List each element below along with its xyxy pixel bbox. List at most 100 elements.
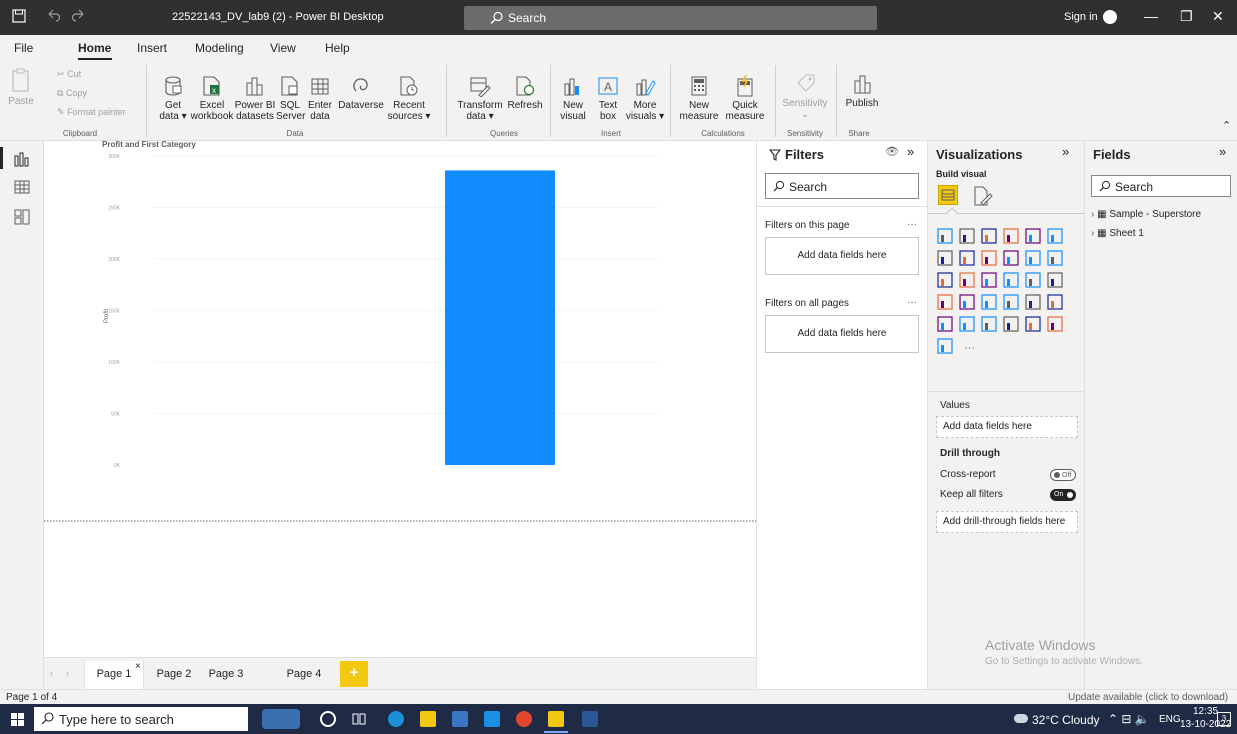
- minimize-button[interactable]: —: [1144, 8, 1158, 24]
- visual-type-icon[interactable]: [937, 294, 953, 310]
- refresh-button[interactable]: Refresh: [506, 75, 544, 111]
- next-page-icon[interactable]: ›: [66, 668, 69, 678]
- visual-type-icon[interactable]: [1047, 228, 1063, 244]
- excel-workbook-button[interactable]: x Excel workbook: [190, 75, 234, 122]
- visual-type-icon[interactable]: [981, 250, 997, 266]
- visual-type-icon[interactable]: [1025, 228, 1041, 244]
- visual-type-icon[interactable]: [981, 316, 997, 332]
- more-visuals-ellipsis[interactable]: ···: [964, 342, 975, 354]
- keep-all-filters-toggle[interactable]: On: [1050, 489, 1076, 501]
- news-widget-icon[interactable]: [262, 709, 300, 729]
- visual-type-icon[interactable]: [1025, 316, 1041, 332]
- cut-button[interactable]: ✂ Cut: [57, 69, 81, 80]
- visual-type-icon[interactable]: [937, 250, 953, 266]
- menu-file[interactable]: File: [14, 41, 33, 55]
- eye-icon[interactable]: 👁: [885, 145, 899, 158]
- visual-type-icon[interactable]: [937, 338, 953, 354]
- publish-button[interactable]: Publish: [842, 73, 882, 109]
- mail-icon[interactable]: [484, 711, 500, 727]
- page-tab-3[interactable]: Page 3: [204, 661, 248, 690]
- file-explorer-icon[interactable]: [420, 711, 436, 727]
- menu-home[interactable]: Home: [78, 41, 111, 55]
- page-tab-2[interactable]: Page 2: [152, 661, 196, 690]
- close-button[interactable]: ✕: [1212, 8, 1224, 25]
- report-canvas[interactable]: Profit and First Category 0K 50K 100K 150K 2…: [44, 141, 756, 657]
- bar-chart[interactable]: Profit and First Category 0K 50K 100K 150K 2…: [44, 141, 756, 657]
- page-tab-1[interactable]: Page 1 ×: [84, 661, 144, 690]
- visual-type-icon[interactable]: [959, 272, 975, 288]
- field-table-item[interactable]: › ▦ Sample - Superstore: [1091, 209, 1201, 220]
- cortana-icon[interactable]: [320, 711, 336, 727]
- menu-insert[interactable]: Insert: [137, 41, 167, 55]
- visual-type-icon[interactable]: [937, 228, 953, 244]
- cross-report-toggle[interactable]: Off: [1050, 469, 1076, 481]
- model-view-icon[interactable]: [14, 209, 30, 225]
- redo-icon[interactable]: [72, 9, 86, 23]
- get-data-button[interactable]: Get data ▾: [156, 75, 190, 122]
- text-box-button[interactable]: A Text box: [593, 75, 623, 122]
- filters-all-pages-dropzone[interactable]: Add data fields here: [765, 315, 919, 353]
- visual-type-icon[interactable]: [981, 272, 997, 288]
- collapse-visualizations-icon[interactable]: »: [1062, 144, 1069, 159]
- visual-type-icon[interactable]: [1047, 250, 1063, 266]
- more-options-icon[interactable]: ···: [907, 219, 917, 230]
- close-page-icon[interactable]: ×: [135, 653, 141, 680]
- visual-type-icon[interactable]: [959, 316, 975, 332]
- build-visual-tab-icon[interactable]: [938, 185, 958, 205]
- recent-sources-button[interactable]: Recent sources ▾: [385, 75, 433, 122]
- data-view-icon[interactable]: [14, 179, 30, 195]
- menu-view[interactable]: View: [270, 41, 296, 55]
- windows-start-icon[interactable]: [11, 713, 24, 726]
- save-icon[interactable]: [12, 9, 26, 23]
- weather-text[interactable]: 32°C Cloudy: [1032, 713, 1100, 727]
- visual-type-icon[interactable]: [937, 272, 953, 288]
- report-view-icon[interactable]: [14, 151, 30, 167]
- powerbi-datasets-button[interactable]: Power BI datasets: [234, 75, 276, 122]
- language-indicator[interactable]: ENG: [1159, 714, 1181, 725]
- format-visual-icon[interactable]: [972, 185, 994, 207]
- system-tray-icons[interactable]: ⌃ ⊟ 🔈: [1108, 712, 1150, 726]
- prev-page-icon[interactable]: ‹: [50, 668, 53, 678]
- visual-type-gallery[interactable]: ···: [936, 227, 1080, 411]
- visual-type-icon[interactable]: [1047, 294, 1063, 310]
- filters-page-dropzone[interactable]: Add data fields here: [765, 237, 919, 275]
- visual-type-icon[interactable]: [981, 228, 997, 244]
- restore-button[interactable]: ❐: [1180, 8, 1193, 25]
- collapse-ribbon-icon[interactable]: ⌃: [1222, 119, 1231, 132]
- add-page-button[interactable]: +: [340, 661, 368, 687]
- store-icon[interactable]: [452, 711, 468, 727]
- menu-modeling[interactable]: Modeling: [195, 41, 244, 55]
- field-table-item[interactable]: › ▦ Sheet 1: [1091, 228, 1144, 239]
- enter-data-button[interactable]: Enter data: [305, 75, 335, 122]
- visual-type-icon[interactable]: [1025, 272, 1041, 288]
- more-options-icon[interactable]: ···: [907, 297, 917, 308]
- collapse-filters-icon[interactable]: »: [907, 144, 914, 159]
- format-painter-button[interactable]: ✎ Format painter: [57, 107, 126, 118]
- visual-type-icon[interactable]: [1003, 316, 1019, 332]
- quick-measure-button[interactable]: Quick measure: [722, 75, 768, 122]
- visual-type-icon[interactable]: [959, 294, 975, 310]
- transform-data-button[interactable]: Transform data ▾: [456, 75, 504, 122]
- visual-type-icon[interactable]: [1003, 294, 1019, 310]
- visual-type-icon[interactable]: [1047, 272, 1063, 288]
- task-view-icon[interactable]: [352, 712, 366, 726]
- visual-type-icon[interactable]: [1047, 316, 1063, 332]
- drill-through-dropzone[interactable]: Add drill-through fields here: [936, 511, 1078, 533]
- collapse-fields-icon[interactable]: »: [1219, 144, 1226, 159]
- word-icon[interactable]: [582, 711, 598, 727]
- visual-type-icon[interactable]: [937, 316, 953, 332]
- values-dropzone[interactable]: Add data fields here: [936, 416, 1078, 438]
- copy-button[interactable]: ⧉ Copy: [57, 88, 87, 99]
- visual-type-icon[interactable]: [1003, 228, 1019, 244]
- visual-type-icon[interactable]: [1025, 294, 1041, 310]
- visual-type-icon[interactable]: [959, 250, 975, 266]
- visual-type-icon[interactable]: [1003, 250, 1019, 266]
- visual-type-icon[interactable]: [1003, 272, 1019, 288]
- chrome-icon[interactable]: [516, 711, 532, 727]
- notifications-icon[interactable]: 3: [1217, 712, 1231, 726]
- dataverse-button[interactable]: Dataverse: [337, 75, 385, 111]
- paste-button[interactable]: Paste: [6, 67, 36, 107]
- more-visuals-button[interactable]: More visuals ▾: [625, 75, 665, 122]
- menu-help[interactable]: Help: [325, 41, 350, 55]
- sql-server-button[interactable]: SQL Server: [276, 75, 305, 122]
